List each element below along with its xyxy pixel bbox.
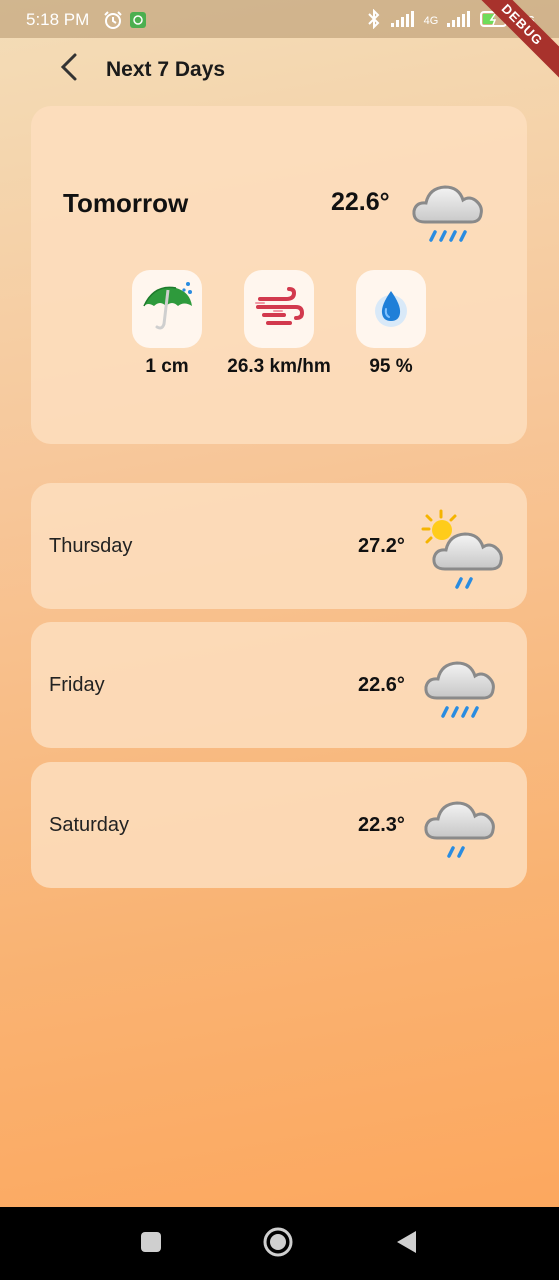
status-time: 5:18 PM	[26, 10, 90, 29]
wind-metric: 26.3 km/hm	[214, 270, 344, 378]
header: Next 7 Days	[0, 38, 559, 100]
back-button[interactable]	[52, 50, 86, 88]
humidity-metric: 95 %	[326, 270, 456, 378]
triangle-back-icon	[394, 1229, 418, 1260]
cloud-light-rain-icon	[423, 792, 499, 873]
cloud-heavy-rain-icon	[423, 652, 499, 733]
square-icon	[139, 1230, 163, 1259]
forecast-card-friday[interactable]: Friday 22.6°	[31, 622, 527, 748]
status-bar: 5:18 PM 4G 46 DEBUG	[0, 0, 559, 86]
forecast-day: Saturday	[49, 814, 130, 836]
back-nav-button[interactable]	[391, 1229, 421, 1259]
rain-metric: 1 cm	[102, 270, 232, 378]
home-circle-icon	[262, 1226, 294, 1263]
humidity-drop-icon	[371, 285, 411, 334]
chevron-left-icon	[58, 52, 80, 87]
page-title: Next 7 Days	[106, 58, 226, 81]
tomorrow-card: Tomorrow 22.6° 1 cm 26.3 km/hm 95 %	[31, 106, 527, 444]
umbrella-icon	[138, 278, 196, 341]
forecast-temp: 22.3°	[358, 814, 405, 836]
signal-icon-2	[446, 10, 472, 32]
forecast-day: Thursday	[49, 535, 133, 557]
forecast-temp: 22.6°	[358, 674, 405, 696]
sun-cloud-rain-icon	[417, 509, 503, 596]
cloud-rain-icon	[409, 176, 489, 253]
forecast-card-thursday[interactable]: Thursday 27.2°	[31, 483, 527, 609]
bluetooth-icon	[366, 8, 382, 33]
tomorrow-temp: 22.6°	[331, 188, 390, 216]
forecast-card-saturday[interactable]: Saturday 22.3°	[31, 762, 527, 888]
forecast-temp: 27.2°	[358, 535, 405, 557]
wind-value: 26.3 km/hm	[227, 356, 331, 377]
home-button[interactable]	[263, 1227, 293, 1259]
forecast-day: Friday	[49, 674, 105, 696]
system-nav-bar	[0, 1207, 559, 1280]
signal-icon	[390, 10, 416, 32]
humidity-value: 95 %	[369, 356, 413, 377]
android-app-icon	[129, 11, 147, 34]
alarm-icon	[103, 10, 123, 35]
wind-icon	[254, 286, 305, 332]
rain-value: 1 cm	[145, 356, 189, 377]
tomorrow-label: Tomorrow	[63, 188, 189, 218]
network-type-label: 4G	[423, 15, 439, 27]
recents-button[interactable]	[136, 1229, 166, 1259]
